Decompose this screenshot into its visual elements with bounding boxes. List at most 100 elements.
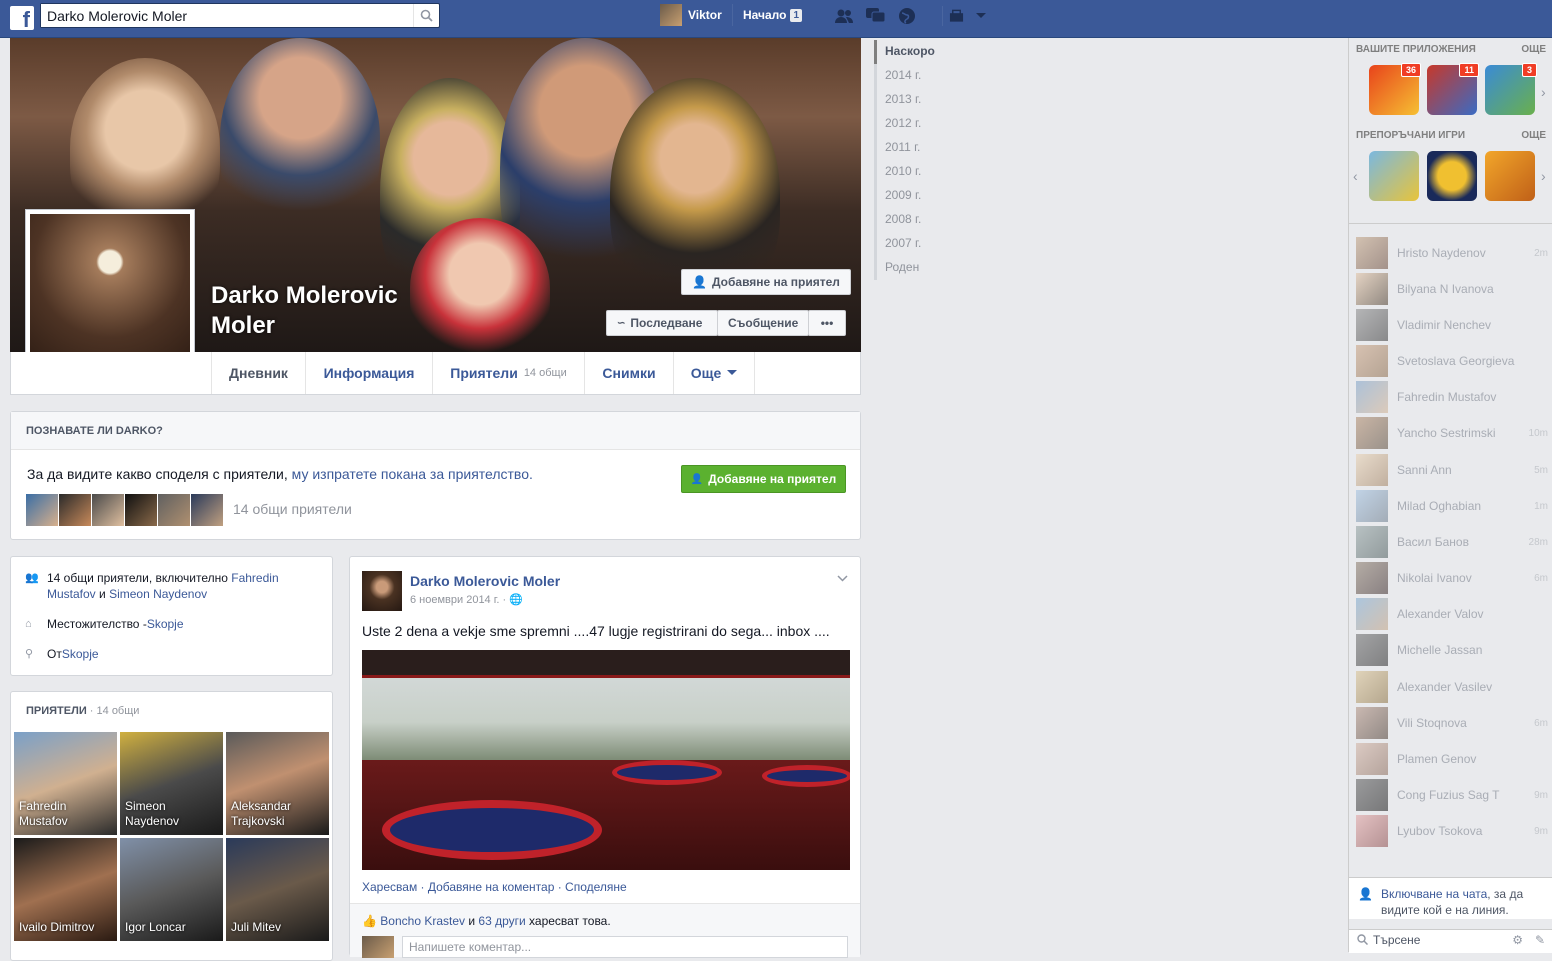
likes-others-link[interactable]: 63 други (478, 914, 525, 928)
facebook-logo[interactable]: f (10, 6, 34, 30)
chat-contact[interactable]: Vladimir Nenchev (1356, 308, 1548, 342)
chat-contact[interactable]: Bilyana N Ivanova (1356, 272, 1548, 306)
chat-contact[interactable]: Hristo Naydenov 2m (1356, 236, 1548, 270)
tl-item-2013[interactable]: 2013 г. (877, 88, 994, 112)
tl-item-2008[interactable]: 2008 г. (877, 208, 994, 232)
games-next-chevron-right-icon[interactable]: › (1541, 168, 1546, 184)
games-prev-chevron-left-icon[interactable]: ‹ (1353, 168, 1358, 184)
friend-tile[interactable]: Juli Mitev (226, 838, 329, 941)
chat-contact[interactable]: Alexander Valov (1356, 597, 1548, 631)
app-icon-candy[interactable]: 36 (1369, 63, 1421, 115)
game-icon-dragon[interactable] (1427, 151, 1477, 201)
chat-contact[interactable]: Sanni Ann 5m (1356, 453, 1548, 487)
turn-on-chat-link[interactable]: Включване на чата (1381, 887, 1487, 901)
game-icon-asterix[interactable] (1369, 151, 1419, 201)
from-city-link[interactable]: Skopje (62, 646, 99, 662)
friends-box-header[interactable]: ПРИЯТЕЛИ · 14 общи (26, 705, 139, 717)
mutual-friend-thumb[interactable] (125, 494, 157, 526)
apps-next-chevron-right-icon[interactable]: › (1541, 84, 1546, 100)
chat-contact-name: Fahredin Mustafov (1397, 390, 1497, 404)
mutual-friends-count[interactable]: 14 общи приятели (233, 501, 352, 517)
post-date[interactable]: 6 ноември 2014 г. · 🌐 (410, 593, 523, 606)
mutual-friend-thumb[interactable] (26, 494, 58, 526)
tl-item-2007[interactable]: 2007 г. (877, 232, 994, 256)
friend-name: Igor Loncar (125, 920, 186, 934)
tl-item-recent[interactable]: Наскоро (874, 40, 994, 64)
liker-name-link[interactable]: Boncho Krastev (380, 914, 465, 928)
chat-contact[interactable]: Milad Oghabian 1m (1356, 489, 1548, 523)
tl-item-2009[interactable]: 2009 г. (877, 184, 994, 208)
notifications-globe-icon[interactable] (896, 6, 918, 26)
add-friend-button[interactable]: 👤 Добавяне на приятел (681, 465, 846, 493)
account-menu-chevron-down-icon[interactable] (970, 6, 992, 26)
chat-contact[interactable]: Plamen Genov (1356, 742, 1548, 776)
post-actions: Харесвам · Добавяне на коментар · Сподел… (362, 880, 627, 894)
chat-contact[interactable]: Lyubov Tsokova 9m (1356, 814, 1548, 848)
chat-contact[interactable]: Alexander Vasilev (1356, 670, 1548, 704)
more-options-button[interactable]: ••• (808, 310, 846, 336)
post-author-avatar[interactable] (362, 571, 402, 611)
mutual-friend-thumb[interactable] (59, 494, 91, 526)
mutual-friend-thumb[interactable] (158, 494, 190, 526)
post-author-name[interactable]: Darko Molerovic Moler (410, 573, 560, 589)
chat-contact[interactable]: Yancho Sestrimski 10m (1356, 416, 1548, 450)
app-icon-city[interactable]: 3 (1485, 63, 1537, 115)
friends-icon: 👥 (25, 572, 39, 584)
tl-item-2010[interactable]: 2010 г. (877, 160, 994, 184)
chat-contact[interactable]: Michelle Jassan (1356, 633, 1548, 667)
chat-contact[interactable]: Vili Stoqnova 6m (1356, 706, 1548, 740)
app-badge: 3 (1521, 63, 1537, 77)
tab-photos[interactable]: Снимки (584, 352, 673, 394)
comment-input[interactable]: Напишете коментар... (402, 936, 848, 958)
public-globe-icon: 🌐 (509, 594, 523, 606)
chat-contact[interactable]: Nikolai Ivanov 6m (1356, 561, 1548, 595)
app-icon-game2[interactable]: 11 (1427, 63, 1479, 115)
post-photo[interactable] (362, 650, 850, 870)
nav-home-link[interactable]: Начало 1 (732, 4, 803, 26)
chat-contact[interactable]: Cong Fuzius Sag T 9m (1356, 778, 1548, 812)
friend-tile[interactable]: Igor Loncar (120, 838, 223, 941)
tab-friends[interactable]: Приятели 14 общи (432, 352, 584, 394)
chat-search-input[interactable]: Търсене ⚙ ✎ (1349, 929, 1552, 953)
search-input[interactable] (41, 4, 411, 27)
friend-tile[interactable]: Simeon Naydenov (120, 732, 223, 835)
apps-more-link[interactable]: ОЩЕ (1521, 44, 1546, 55)
tl-item-born[interactable]: Роден (877, 256, 994, 280)
tl-item-2012[interactable]: 2012 г. (877, 112, 994, 136)
mutual-friend-thumb[interactable] (92, 494, 124, 526)
know-header: ПОЗНАВАТЕ ЛИ DARKO? (11, 412, 860, 450)
message-button[interactable]: Съобщение (717, 310, 809, 336)
cover-add-friend-button[interactable]: 👤 Добавяне на приятел (681, 269, 851, 295)
chat-contact[interactable]: Svetoslava Georgieva (1356, 344, 1548, 378)
friend-tile[interactable]: Aleksandar Trajkovski (226, 732, 329, 835)
mutual-friend-thumb[interactable] (191, 494, 223, 526)
send-friend-request-link[interactable]: му изпратете покана за приятелство. (292, 466, 533, 482)
friend-tile[interactable]: Ivailo Dimitrov (14, 838, 117, 941)
tab-timeline[interactable]: Дневник (211, 352, 305, 394)
lives-in-city-link[interactable]: Skopje (147, 616, 184, 632)
games-more-link[interactable]: ОЩЕ (1521, 130, 1546, 141)
tab-more[interactable]: Още (673, 352, 755, 394)
game-icon-cooking[interactable] (1485, 151, 1535, 201)
chat-settings-gear-icon[interactable]: ⚙ (1512, 933, 1523, 947)
follow-button[interactable]: ∽ Последване (606, 310, 718, 336)
new-message-icon[interactable]: ✎ (1535, 933, 1545, 947)
tab-about[interactable]: Информация (305, 352, 432, 394)
sidebar-divider (1349, 223, 1552, 224)
chat-contact[interactable]: Васил Банов 28m (1356, 525, 1548, 559)
friend-tile[interactable]: Fahredin Mustafov (14, 732, 117, 835)
like-thumb-icon: 👍 (362, 914, 377, 928)
tl-item-2011[interactable]: 2011 г. (877, 136, 994, 160)
post-action-links[interactable]: Харесвам · Добавяне на коментар · Сподел… (362, 880, 627, 894)
post-options-chevron-down-icon[interactable] (837, 571, 848, 585)
messages-icon[interactable] (865, 6, 887, 26)
friend-requests-icon[interactable] (833, 6, 855, 26)
mutual-friend-link[interactable]: Simeon Naydenov (109, 587, 207, 601)
chat-contact-name: Yancho Sestrimski (1397, 426, 1496, 440)
nav-profile-link[interactable]: Viktor (660, 4, 722, 26)
privacy-shortcuts-icon[interactable] (942, 6, 964, 26)
chat-contact[interactable]: Fahredin Mustafov (1356, 380, 1548, 414)
tl-item-2014[interactable]: 2014 г. (877, 64, 994, 88)
search-button[interactable] (413, 4, 439, 27)
search-box[interactable] (40, 3, 440, 28)
